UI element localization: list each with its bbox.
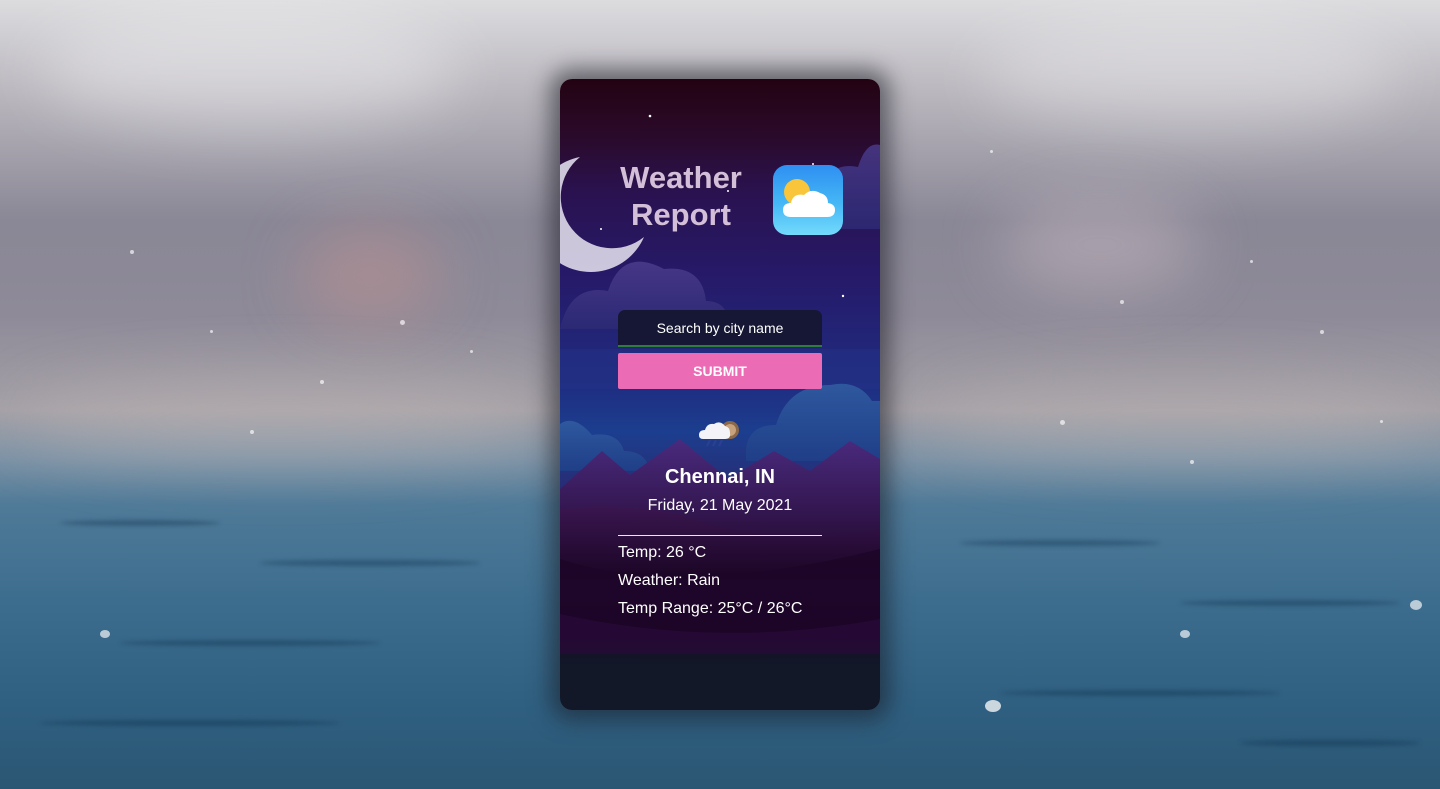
divider <box>618 535 822 536</box>
city-name: Chennai, IN <box>664 466 775 488</box>
app-title-line1: Weather <box>620 160 742 195</box>
app-title-line2: Report <box>631 197 731 232</box>
rain-cloud-icon <box>697 417 741 452</box>
sun-cloud-icon <box>773 165 843 235</box>
temp-range-text: Temp Range: 25°C / 26°C <box>618 600 803 617</box>
current-date: Friday, 21 May 2021 <box>647 497 793 514</box>
weather-condition-text: Weather: Rain <box>618 572 720 589</box>
app-title: Weather Report <box>613 159 749 233</box>
city-search-input[interactable] <box>618 310 822 347</box>
temperature-text: Temp: 26 °C <box>618 544 707 561</box>
submit-button[interactable]: SUBMIT <box>618 353 822 389</box>
